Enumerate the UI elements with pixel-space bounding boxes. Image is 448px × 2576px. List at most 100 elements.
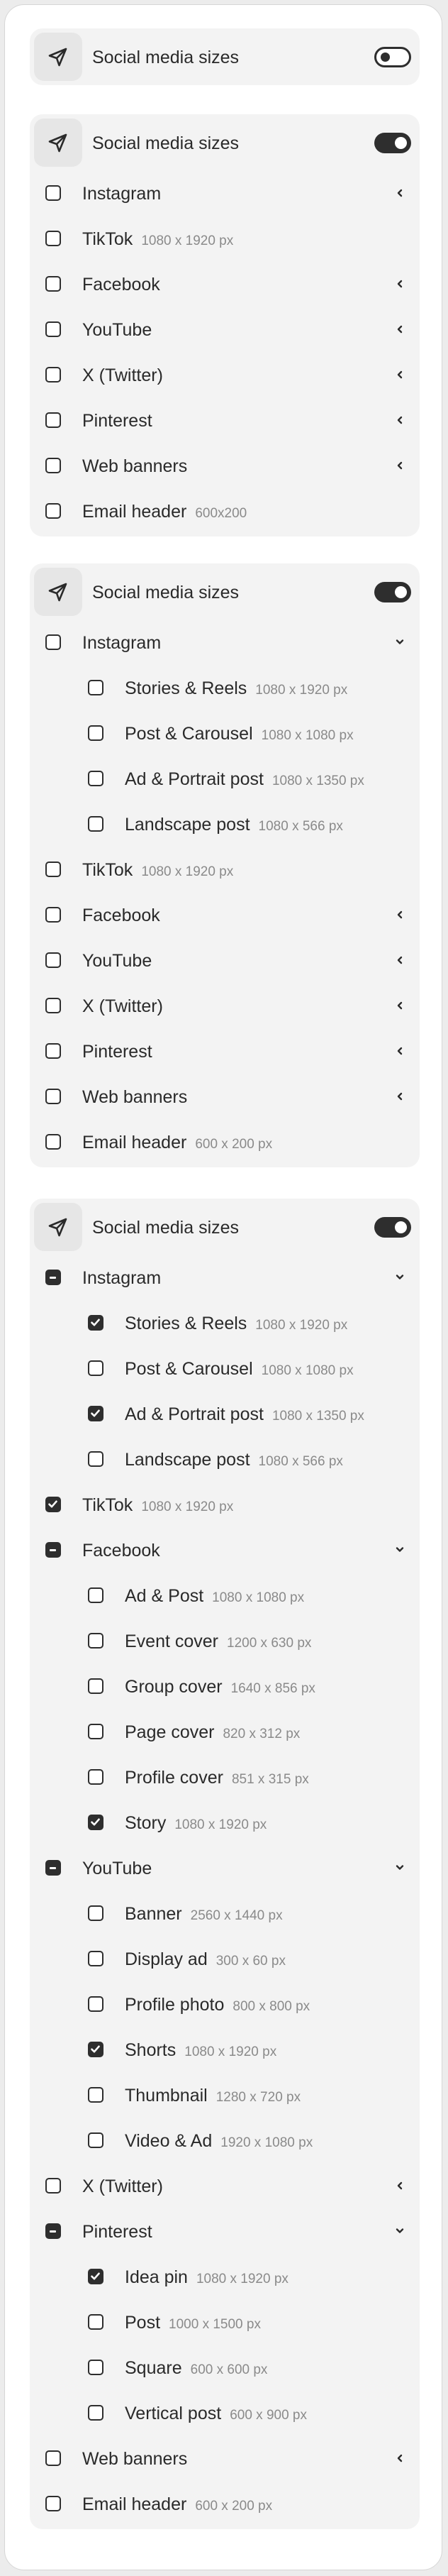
- checkbox[interactable]: [88, 1996, 103, 2012]
- checkbox[interactable]: [88, 1815, 103, 1830]
- checkbox[interactable]: [45, 276, 61, 292]
- sub-option-row[interactable]: Post 1000 x 1500 px: [30, 2308, 420, 2336]
- platform-row[interactable]: Email header 600 x 200 px: [30, 2489, 420, 2518]
- expand-toggle[interactable]: [394, 188, 405, 198]
- expand-toggle[interactable]: [394, 2181, 405, 2191]
- checkbox[interactable]: [88, 1451, 103, 1467]
- sub-option-row[interactable]: Shorts 1080 x 1920 px: [30, 2035, 420, 2064]
- platform-row[interactable]: Instagram: [30, 179, 420, 207]
- toggle-switch[interactable]: [374, 582, 411, 602]
- expand-toggle[interactable]: [394, 1091, 405, 1101]
- sub-option-row[interactable]: Page cover 820 x 312 px: [30, 1717, 420, 1746]
- expand-toggle[interactable]: [394, 2226, 405, 2236]
- platform-row[interactable]: TikTok 1080 x 1920 px: [30, 1490, 420, 1519]
- sub-option-row[interactable]: Landscape post 1080 x 566 px: [30, 810, 420, 838]
- sub-option-row[interactable]: Post & Carousel 1080 x 1080 px: [30, 719, 420, 747]
- platform-row[interactable]: YouTube: [30, 315, 420, 343]
- expand-toggle[interactable]: [394, 324, 405, 334]
- sub-option-row[interactable]: Square 600 x 600 px: [30, 2353, 420, 2382]
- checkbox[interactable]: [45, 412, 61, 428]
- sub-option-row[interactable]: Ad & Post 1080 x 1080 px: [30, 1581, 420, 1609]
- sub-option-row[interactable]: Landscape post 1080 x 566 px: [30, 1445, 420, 1473]
- checkbox[interactable]: [45, 231, 61, 246]
- expand-toggle[interactable]: [394, 955, 405, 965]
- checkbox[interactable]: [88, 1905, 103, 1921]
- expand-toggle[interactable]: [394, 370, 405, 380]
- platform-row[interactable]: Pinterest: [30, 1037, 420, 1065]
- expand-toggle[interactable]: [394, 2453, 405, 2463]
- sub-option-row[interactable]: Banner 2560 x 1440 px: [30, 1899, 420, 1927]
- checkbox[interactable]: [45, 185, 61, 201]
- checkbox[interactable]: [88, 1724, 103, 1739]
- expand-toggle[interactable]: [394, 1046, 405, 1056]
- checkbox[interactable]: [45, 998, 61, 1013]
- checkbox[interactable]: [88, 2269, 103, 2284]
- expand-toggle[interactable]: [394, 637, 405, 647]
- checkbox[interactable]: [88, 1360, 103, 1376]
- checkbox[interactable]: [45, 2450, 61, 2466]
- checkbox[interactable]: [88, 2314, 103, 2330]
- platform-row[interactable]: Web banners: [30, 1082, 420, 1111]
- checkbox[interactable]: [45, 952, 61, 968]
- checkbox[interactable]: [88, 1678, 103, 1694]
- checkbox[interactable]: [45, 1134, 61, 1150]
- platform-row[interactable]: Web banners: [30, 451, 420, 480]
- checkbox[interactable]: [88, 1769, 103, 1785]
- platform-row[interactable]: X (Twitter): [30, 360, 420, 389]
- platform-row[interactable]: YouTube: [30, 946, 420, 974]
- checkbox[interactable]: [45, 1497, 61, 1512]
- checkbox[interactable]: [45, 458, 61, 473]
- checkbox[interactable]: [88, 1633, 103, 1648]
- platform-row[interactable]: Pinterest: [30, 2217, 420, 2245]
- sub-option-row[interactable]: Stories & Reels 1080 x 1920 px: [30, 673, 420, 702]
- platform-row[interactable]: Instagram: [30, 628, 420, 656]
- platform-row[interactable]: Facebook: [30, 270, 420, 298]
- checkbox[interactable]: [88, 2132, 103, 2148]
- checkbox[interactable]: [88, 2042, 103, 2057]
- checkbox[interactable]: [88, 771, 103, 786]
- checkbox[interactable]: [88, 725, 103, 741]
- sub-option-row[interactable]: Story 1080 x 1920 px: [30, 1808, 420, 1837]
- expand-toggle[interactable]: [394, 415, 405, 425]
- sub-option-row[interactable]: Post & Carousel 1080 x 1080 px: [30, 1354, 420, 1382]
- checkbox[interactable]: [45, 862, 61, 877]
- checkbox[interactable]: [45, 1542, 61, 1558]
- checkbox[interactable]: [45, 367, 61, 382]
- checkbox[interactable]: [45, 907, 61, 923]
- checkbox[interactable]: [45, 1270, 61, 1285]
- expand-toggle[interactable]: [394, 1001, 405, 1011]
- expand-toggle[interactable]: [394, 1545, 405, 1555]
- toggle-switch[interactable]: [374, 47, 411, 67]
- expand-toggle[interactable]: [394, 461, 405, 470]
- platform-row[interactable]: Facebook: [30, 901, 420, 929]
- checkbox[interactable]: [45, 634, 61, 650]
- checkbox[interactable]: [88, 816, 103, 832]
- sub-option-row[interactable]: Video & Ad 1920 x 1080 px: [30, 2126, 420, 2154]
- checkbox[interactable]: [45, 1043, 61, 1059]
- expand-toggle[interactable]: [394, 910, 405, 920]
- sub-option-row[interactable]: Stories & Reels 1080 x 1920 px: [30, 1309, 420, 1337]
- platform-row[interactable]: TikTok 1080 x 1920 px: [30, 855, 420, 884]
- checkbox[interactable]: [88, 1315, 103, 1331]
- sub-option-row[interactable]: Display ad 300 x 60 px: [30, 1944, 420, 1973]
- sub-option-row[interactable]: Ad & Portrait post 1080 x 1350 px: [30, 1399, 420, 1428]
- platform-row[interactable]: YouTube: [30, 1854, 420, 1882]
- platform-row[interactable]: Email header 600 x 200 px: [30, 1128, 420, 1156]
- expand-toggle[interactable]: [394, 279, 405, 289]
- checkbox[interactable]: [88, 1587, 103, 1603]
- sub-option-row[interactable]: Vertical post 600 x 900 px: [30, 2399, 420, 2427]
- platform-row[interactable]: Facebook: [30, 1536, 420, 1564]
- sub-option-row[interactable]: Thumbnail 1280 x 720 px: [30, 2081, 420, 2109]
- toggle-switch[interactable]: [374, 1217, 411, 1238]
- checkbox[interactable]: [45, 2178, 61, 2194]
- sub-option-row[interactable]: Idea pin 1080 x 1920 px: [30, 2262, 420, 2291]
- expand-toggle[interactable]: [394, 1863, 405, 1873]
- checkbox[interactable]: [45, 1089, 61, 1104]
- platform-row[interactable]: TikTok 1080 x 1920 px: [30, 224, 420, 253]
- checkbox[interactable]: [88, 2087, 103, 2103]
- checkbox[interactable]: [45, 503, 61, 519]
- checkbox[interactable]: [45, 321, 61, 337]
- sub-option-row[interactable]: Ad & Portrait post 1080 x 1350 px: [30, 764, 420, 793]
- platform-row[interactable]: X (Twitter): [30, 991, 420, 1020]
- checkbox[interactable]: [45, 2223, 61, 2239]
